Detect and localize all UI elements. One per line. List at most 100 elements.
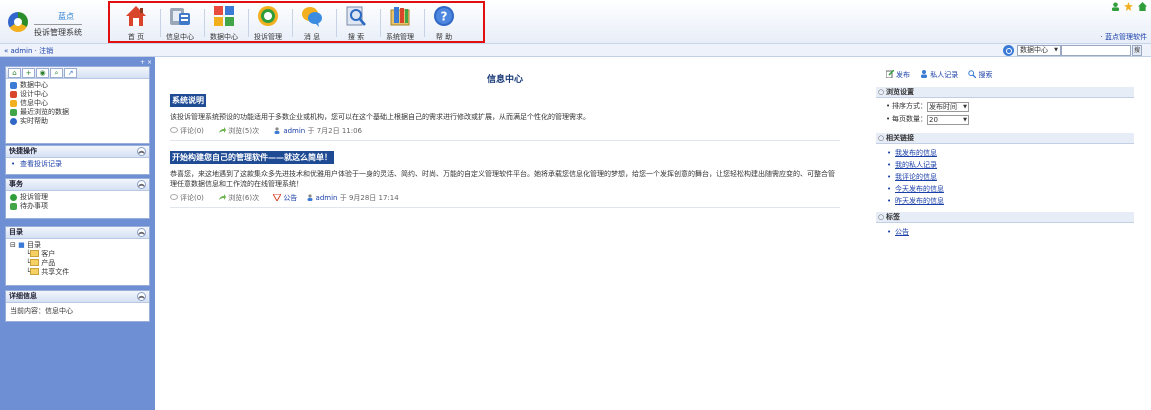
task-item-complaint[interactable]: 投诉管理 xyxy=(10,193,145,202)
nav-system-label: 系统管理 xyxy=(386,33,414,41)
folder-icon xyxy=(30,259,40,266)
post-item: 系统说明 该投诉管理系统预设的功能适用于多数企业或机构，您可以在这个基础上根据自… xyxy=(170,88,840,141)
author[interactable]: admin 于 9月28日 17:14 xyxy=(306,194,399,202)
magnifier-icon xyxy=(968,70,977,78)
tab-share-icon[interactable]: ↗ xyxy=(64,68,77,78)
nav-complaint-label: 投诉管理 xyxy=(254,33,282,41)
search-button[interactable]: 搜 xyxy=(1132,45,1142,56)
tree-root[interactable]: ⊟ ■ 目录 xyxy=(10,241,145,250)
collapse-icon[interactable]: ︽ xyxy=(137,180,146,189)
nav-home-label: 首 页 xyxy=(127,33,145,41)
sidebar-item-design-center[interactable]: 设计中心 xyxy=(10,90,145,99)
search-icon xyxy=(346,6,366,26)
search-input[interactable] xyxy=(1061,45,1131,56)
quick-item-view-complaints[interactable]: • 查看投诉记录 xyxy=(10,160,145,169)
sidebar-pin-close-icons[interactable]: + × xyxy=(140,59,152,66)
data-center-small-icon xyxy=(10,82,17,89)
nav-data-center[interactable]: 数据中心 xyxy=(202,4,246,42)
section-title[interactable]: 浏览设置 xyxy=(876,87,1134,98)
related-link[interactable]: 今天发布的信息 xyxy=(886,183,1134,195)
complaint-small-icon xyxy=(10,194,17,201)
related-link[interactable]: 我发布的信息 xyxy=(886,147,1134,159)
nav-complaint[interactable]: 投诉管理 xyxy=(246,4,290,42)
tab-add-icon[interactable]: + xyxy=(22,68,35,78)
nav-system[interactable]: 系统管理 xyxy=(378,4,422,42)
todo-icon xyxy=(10,203,17,210)
user-icon[interactable] xyxy=(1111,2,1120,11)
page-size-row: 每页数量：20 xyxy=(886,114,1134,127)
nav-home[interactable]: 首 页 xyxy=(114,4,158,42)
detail-current: 当前内容：信息中心 xyxy=(10,307,73,315)
main-content: 信息中心 系统说明 该投诉管理系统预设的功能适用于多数企业或机构，您可以在这个基… xyxy=(170,60,840,212)
nav-data-center-label: 数据中心 xyxy=(210,33,238,41)
nav-help[interactable]: ? 帮 助 xyxy=(422,4,466,42)
sidebar-item-label: 数据中心 xyxy=(20,81,48,89)
panel-title: 目录 ︽ xyxy=(6,227,149,239)
author[interactable]: admin 于 7月2日 11:06 xyxy=(273,127,362,135)
tree-node-customer[interactable]: └ 客户 xyxy=(10,250,145,259)
tree-node-product[interactable]: └ 产品 xyxy=(10,259,145,268)
comments-link[interactable]: 评论(0) xyxy=(170,127,210,135)
nav-info-center[interactable]: 信息中心 xyxy=(158,4,202,42)
logo[interactable]: 蓝点 投诉管理系统 xyxy=(8,8,108,38)
brand-link[interactable]: · 蓝点管理软件 xyxy=(1101,32,1147,42)
tab-home-icon[interactable]: ⌂ xyxy=(8,68,21,78)
logo-icon xyxy=(8,12,28,32)
views-link[interactable]: 浏览(5)次 xyxy=(218,127,265,135)
star-icon[interactable] xyxy=(1124,2,1134,11)
related-link[interactable]: 我的私人记录 xyxy=(886,159,1134,171)
sub-bar: « admin · 注销 数据中心 搜 xyxy=(0,44,1151,57)
private-record-link[interactable]: 私人记录 xyxy=(920,70,958,79)
top-navigation: 首 页 信息中心 数据中心 投诉管理 消 息 搜 索 系统管理 ? 帮 助 xyxy=(108,1,485,43)
person-icon xyxy=(921,70,928,78)
nav-search[interactable]: 搜 索 xyxy=(334,4,378,42)
complaint-icon xyxy=(258,6,278,26)
page-size-select[interactable]: 20 xyxy=(927,115,969,125)
panel-directory: 目录 ︽ ⊟ ■ 目录 └ 客户 └ 产品 └ 共享文件 xyxy=(5,226,150,286)
publish-link[interactable]: 发布 xyxy=(886,70,910,79)
collapse-icon[interactable]: ︽ xyxy=(137,228,146,237)
post-title[interactable]: 系统说明 xyxy=(170,94,206,107)
tag-icon xyxy=(273,194,282,201)
sidebar-item-info-center[interactable]: 信息中心 xyxy=(10,99,145,108)
tag-item[interactable]: 公告 xyxy=(886,226,1134,238)
collapse-icon[interactable]: ︽ xyxy=(137,147,146,156)
panel-tasks: 事务 ︽ 投诉管理 待办事项 xyxy=(5,178,150,219)
post-body: 恭喜您，来这地遇到了这款集众多先进技术和优雅用户体验于一身的灵活、简约、时尚、万… xyxy=(170,170,835,188)
views-link[interactable]: 浏览(6)次 xyxy=(218,194,265,202)
panel-title: 快捷操作 ︽ xyxy=(6,146,149,158)
section-title[interactable]: 标签 xyxy=(876,212,1134,223)
user-logout-link[interactable]: « admin · 注销 xyxy=(4,46,53,56)
comments-link[interactable]: 评论(0) xyxy=(170,194,210,202)
panel-quick-actions: 快捷操作 ︽ • 查看投诉记录 xyxy=(5,145,150,175)
related-link[interactable]: 昨天发布的信息 xyxy=(886,195,1134,207)
sidebar-item-help[interactable]: 实时帮助 xyxy=(10,117,145,126)
search-scope-select[interactable]: 数据中心 xyxy=(1017,45,1061,56)
tab-view-icon[interactable]: ◉ xyxy=(36,68,49,78)
home-icon xyxy=(126,6,146,26)
sidebar-item-label: 信息中心 xyxy=(20,99,48,107)
sort-select[interactable]: 发布时间 xyxy=(927,102,969,112)
tag-link[interactable]: 公告 xyxy=(273,194,297,202)
recent-icon xyxy=(10,109,17,116)
folder-icon xyxy=(30,250,40,257)
sidebar-item-recent[interactable]: 最近浏览的数据 xyxy=(10,108,145,117)
panel-title: 事务 ︽ xyxy=(6,179,149,191)
post-title[interactable]: 开始构建您自己的管理软件——就这么简单！ xyxy=(170,151,334,164)
related-link[interactable]: 我评论的信息 xyxy=(886,171,1134,183)
section-title[interactable]: 相关链接 xyxy=(876,133,1134,144)
sidebar-item-label: 实时帮助 xyxy=(20,117,48,125)
home-small-icon[interactable] xyxy=(1138,2,1147,11)
tree-node-shared[interactable]: └ 共享文件 xyxy=(10,268,145,277)
collapse-icon[interactable]: ︽ xyxy=(137,292,146,301)
sidebar-item-data-center[interactable]: 数据中心 xyxy=(10,81,145,90)
tab-search-icon[interactable]: ⌕ xyxy=(50,68,63,78)
nav-message[interactable]: 消 息 xyxy=(290,4,334,42)
sidebar-item-label: 设计中心 xyxy=(20,90,48,98)
system-icon xyxy=(390,7,410,26)
tags-section: 标签 公告 xyxy=(876,212,1134,238)
panel-detail: 详细信息 ︽ 当前内容：信息中心 xyxy=(5,290,150,322)
search-link[interactable]: 搜索 xyxy=(968,70,992,79)
comment-icon xyxy=(170,194,178,200)
task-item-todo[interactable]: 待办事项 xyxy=(10,202,145,211)
